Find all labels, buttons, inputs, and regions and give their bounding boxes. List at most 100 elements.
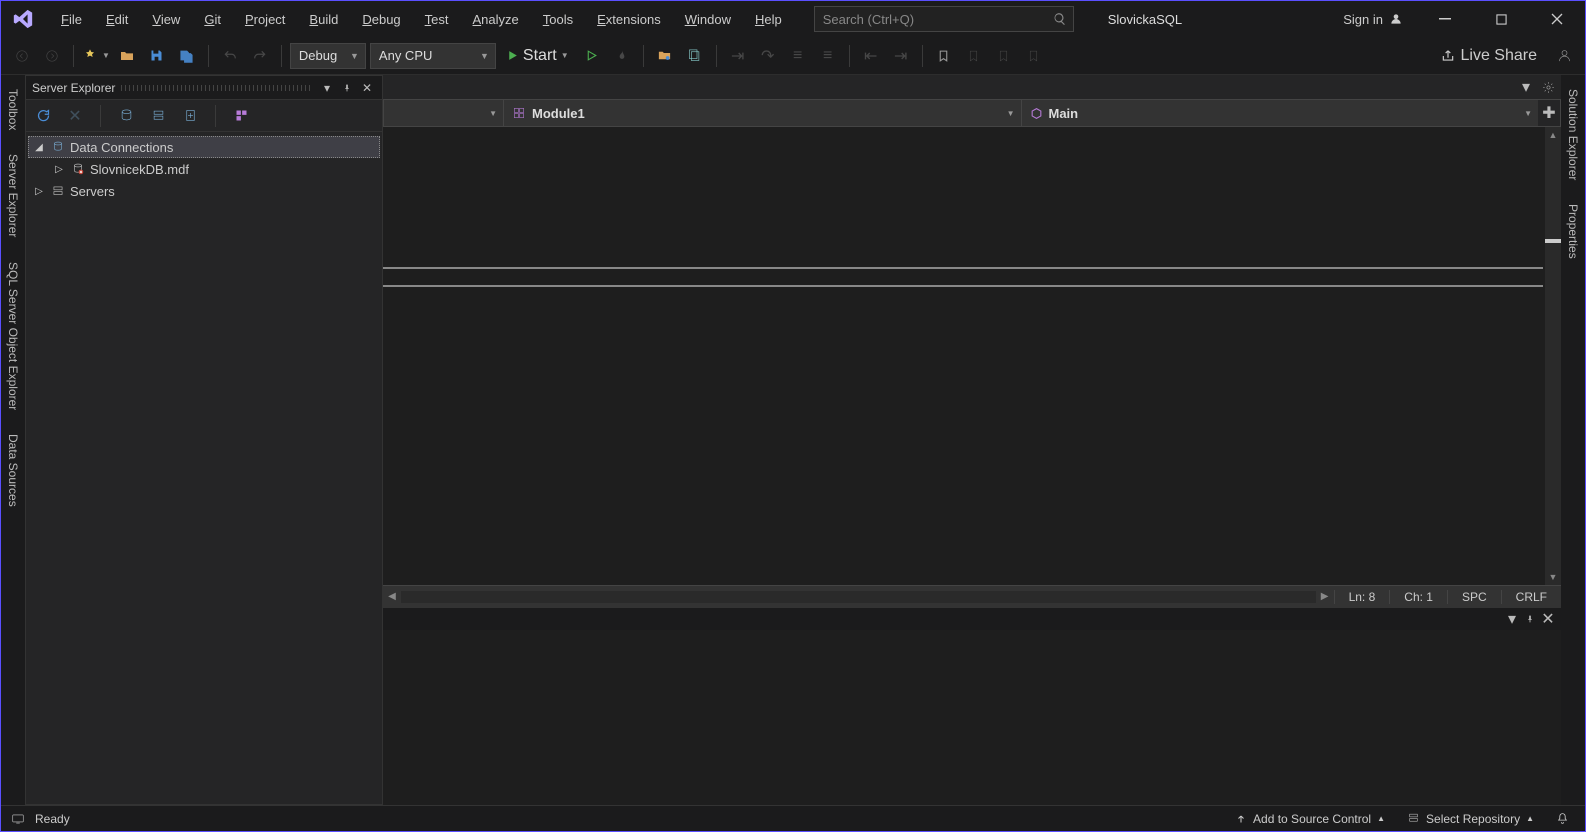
- feedback-button[interactable]: [1551, 43, 1577, 69]
- notifications-button[interactable]: [1550, 812, 1575, 825]
- menu-edit[interactable]: Edit: [96, 8, 138, 31]
- status-ln[interactable]: Ln: 8: [1334, 590, 1390, 604]
- panel-title-bar[interactable]: Server Explorer ▾ ✕: [26, 76, 382, 100]
- find-in-files-button[interactable]: [682, 43, 708, 69]
- minimize-button[interactable]: [1425, 5, 1465, 33]
- nav-fwd-button[interactable]: [39, 43, 65, 69]
- close-button[interactable]: [1537, 5, 1577, 33]
- search-icon: [1053, 12, 1067, 26]
- start-no-debug-button[interactable]: [579, 43, 605, 69]
- menu-window[interactable]: Window: [675, 8, 741, 31]
- live-share-button[interactable]: Live Share: [1435, 47, 1544, 65]
- nav-scope-dropdown[interactable]: ▼: [384, 100, 504, 126]
- vertical-scrollbar[interactable]: ▲ ▼: [1545, 127, 1561, 585]
- output-menu-button[interactable]: ▾: [1503, 610, 1521, 628]
- refresh-button[interactable]: [32, 105, 54, 127]
- left-tab-data-sources[interactable]: Data Sources: [4, 428, 22, 513]
- config-select[interactable]: Debug▼: [290, 43, 366, 69]
- open-file-button[interactable]: [114, 43, 140, 69]
- menu-file[interactable]: File: [51, 8, 92, 31]
- bookmark-prev-button[interactable]: [961, 43, 987, 69]
- add-source-control-button[interactable]: Add to Source Control ▲: [1229, 812, 1391, 826]
- menu-extensions[interactable]: Extensions: [587, 8, 671, 31]
- person-icon: [1389, 12, 1403, 26]
- signin-button[interactable]: Sign in: [1337, 8, 1409, 31]
- panel-menu-button[interactable]: ▾: [318, 79, 336, 97]
- db-connection-icon: [50, 139, 66, 155]
- tree-node-slovnicekdb[interactable]: ▷ SlovnicekDB.mdf: [28, 158, 380, 180]
- collapsed-region-bar: [383, 267, 1543, 287]
- menu-analyze[interactable]: Analyze: [463, 8, 529, 31]
- left-tab-server-explorer[interactable]: Server Explorer: [4, 148, 22, 243]
- expand-icon[interactable]: ▷: [32, 186, 46, 197]
- menu-tools[interactable]: Tools: [533, 8, 583, 31]
- tree-label: SlovnicekDB.mdf: [90, 162, 189, 177]
- right-tab-solution-explorer[interactable]: Solution Explorer: [1564, 83, 1582, 186]
- menu-project[interactable]: Project: [235, 8, 295, 31]
- menu-test[interactable]: Test: [415, 8, 459, 31]
- nav-module-dropdown[interactable]: Module1▼: [504, 100, 1022, 126]
- horizontal-scrollbar[interactable]: ◀▶: [383, 591, 1334, 603]
- output-pin-button[interactable]: [1521, 610, 1539, 628]
- select-repo-button[interactable]: Select Repository ▲: [1401, 812, 1540, 826]
- status-ws[interactable]: SPC: [1447, 590, 1501, 604]
- bookmark-clear-button[interactable]: [1021, 43, 1047, 69]
- output-panel: ▾ ✕: [383, 607, 1561, 805]
- nav-member-dropdown[interactable]: Main▼: [1022, 100, 1539, 126]
- left-tab-toolbox[interactable]: Toolbox: [4, 83, 22, 136]
- tabwell-settings-button[interactable]: [1539, 78, 1557, 96]
- menu-view[interactable]: View: [142, 8, 190, 31]
- status-le[interactable]: CRLF: [1501, 590, 1561, 604]
- platform-select[interactable]: Any CPU▼: [370, 43, 496, 69]
- browse-button[interactable]: [652, 43, 678, 69]
- azure-button[interactable]: [230, 105, 252, 127]
- save-all-button[interactable]: [174, 43, 200, 69]
- status-ch[interactable]: Ch: 1: [1389, 590, 1447, 604]
- right-tab-properties[interactable]: Properties: [1564, 198, 1582, 265]
- main-toolbar: ▼ Debug▼ Any CPU▼ Start ▼ ⇥ ↷ ≡ ≡ ⇤ ⇥ Li…: [1, 37, 1585, 75]
- expand-icon[interactable]: ◢: [32, 142, 46, 153]
- menu-debug[interactable]: Debug: [352, 8, 410, 31]
- new-item-button[interactable]: ▼: [82, 48, 110, 64]
- tabwell-menu-button[interactable]: ▾: [1517, 78, 1535, 96]
- menu-build[interactable]: Build: [299, 8, 348, 31]
- outdent-button[interactable]: ⇥: [888, 43, 914, 69]
- upload-icon: [1235, 813, 1247, 825]
- comment-button[interactable]: ≡: [785, 43, 811, 69]
- output-body[interactable]: [383, 630, 1561, 805]
- menu-help[interactable]: Help: [745, 8, 792, 31]
- start-button[interactable]: Start ▼: [500, 43, 575, 69]
- indent-button[interactable]: ⇤: [858, 43, 884, 69]
- status-ready-icon: [11, 812, 25, 826]
- add-connection-button[interactable]: [179, 105, 201, 127]
- redo-button[interactable]: [247, 43, 273, 69]
- uncomment-button[interactable]: ≡: [815, 43, 841, 69]
- stop-refresh-button[interactable]: ✕: [64, 105, 86, 127]
- expand-icon[interactable]: ▷: [52, 164, 66, 175]
- nav-back-button[interactable]: [9, 43, 35, 69]
- panel-close-button[interactable]: ✕: [358, 79, 376, 97]
- nav-add-button[interactable]: ✚: [1538, 100, 1560, 126]
- bookmark-button[interactable]: [931, 43, 957, 69]
- code-editor[interactable]: ▲ ▼: [383, 127, 1561, 585]
- maximize-button[interactable]: [1481, 5, 1521, 33]
- tree-node-data-connections[interactable]: ◢ Data Connections: [28, 136, 380, 158]
- panel-pin-button[interactable]: [338, 79, 356, 97]
- output-close-button[interactable]: ✕: [1539, 610, 1557, 628]
- bookmark-next-button[interactable]: [991, 43, 1017, 69]
- step-over-button[interactable]: ↷: [755, 43, 781, 69]
- hot-reload-button[interactable]: [609, 43, 635, 69]
- editor-tabstrip: ▾: [383, 75, 1561, 99]
- connect-server-button[interactable]: [147, 105, 169, 127]
- left-tab-sqlsoe[interactable]: SQL Server Object Explorer: [4, 256, 22, 416]
- tree-node-servers[interactable]: ▷ Servers: [28, 180, 380, 202]
- undo-button[interactable]: [217, 43, 243, 69]
- connect-db-button[interactable]: [115, 105, 137, 127]
- servers-icon: [50, 183, 66, 199]
- search-box[interactable]: Search (Ctrl+Q): [814, 6, 1074, 32]
- save-button[interactable]: [144, 43, 170, 69]
- server-explorer-toolbar: ✕: [26, 100, 382, 132]
- scroll-marker: [1545, 239, 1561, 243]
- step-into-button[interactable]: ⇥: [725, 43, 751, 69]
- menu-git[interactable]: Git: [194, 8, 231, 31]
